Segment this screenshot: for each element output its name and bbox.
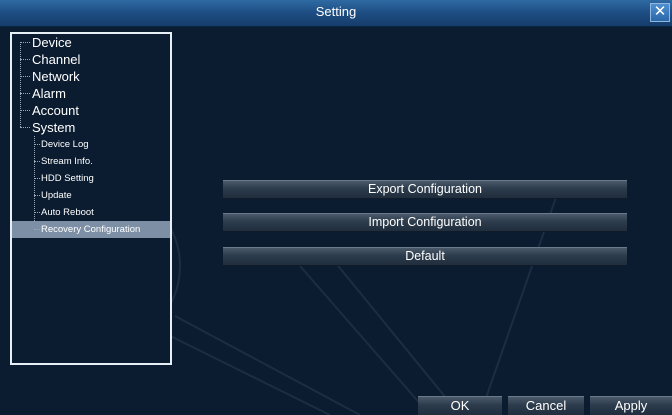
tree-subitem-hdd-setting[interactable]: HDD Setting — [12, 170, 170, 187]
export-configuration-button[interactable]: Export Configuration — [223, 180, 627, 199]
tree-branch-dots — [20, 93, 30, 94]
tree-branch-dots — [34, 161, 40, 162]
tree-item-label: Account — [32, 103, 79, 118]
tree-subitem-label: Update — [41, 190, 72, 201]
close-button[interactable]: ✕ — [650, 3, 670, 22]
apply-button[interactable]: Apply — [590, 396, 672, 415]
tree-branch-dots — [34, 144, 40, 145]
tree-item-channel[interactable]: Channel — [12, 51, 170, 68]
tree-subitem-recovery-configuration[interactable]: Recovery Configuration — [12, 221, 170, 238]
title-bar: Setting ✕ — [0, 0, 672, 27]
default-button[interactable]: Default — [223, 247, 627, 266]
tree-subitem-label: Auto Reboot — [41, 207, 94, 218]
tree-item-label: Channel — [32, 52, 81, 67]
tree-subitem-label: Stream Info. — [41, 156, 93, 167]
tree-subitem-update[interactable]: Update — [12, 187, 170, 204]
tree-item-alarm[interactable]: Alarm — [12, 85, 170, 102]
tree-branch-dots — [34, 178, 40, 179]
tree-item-label: Device — [32, 35, 72, 50]
tree-item-system[interactable]: System — [12, 119, 170, 136]
tree-subitem-stream-info[interactable]: Stream Info. — [12, 153, 170, 170]
tree-subitem-device-log[interactable]: Device Log — [12, 136, 170, 153]
tree-branch-dots — [20, 110, 30, 111]
tree-item-label: Network — [32, 69, 80, 84]
settings-tree-panel: Device Channel Network Alarm Account Sys… — [10, 32, 172, 365]
tree-branch-dots — [20, 127, 30, 128]
tree-branch-dots — [20, 42, 30, 43]
tree-item-label: System — [32, 120, 76, 135]
close-icon: ✕ — [653, 3, 667, 20]
tree-item-label: Alarm — [32, 86, 66, 101]
tree-item-network[interactable]: Network — [12, 68, 170, 85]
tree-subitem-auto-reboot[interactable]: Auto Reboot — [12, 204, 170, 221]
tree-branch-dots — [34, 195, 40, 196]
tree-branch-dots — [20, 59, 30, 60]
import-configuration-button[interactable]: Import Configuration — [223, 213, 627, 232]
cancel-button[interactable]: Cancel — [508, 396, 584, 415]
settings-tree: Device Channel Network Alarm Account Sys… — [12, 34, 170, 238]
tree-subitem-label: Device Log — [41, 139, 89, 150]
tree-branch-dots — [34, 229, 40, 230]
tree-item-device[interactable]: Device — [12, 34, 170, 51]
tree-subitem-label: Recovery Configuration — [41, 224, 141, 235]
tree-branch-dots — [20, 76, 30, 77]
ok-button[interactable]: OK — [418, 396, 502, 415]
tree-branch-dots — [34, 212, 40, 213]
tree-subitem-label: HDD Setting — [41, 173, 94, 184]
tree-item-account[interactable]: Account — [12, 102, 170, 119]
window-title: Setting — [315, 4, 357, 19]
